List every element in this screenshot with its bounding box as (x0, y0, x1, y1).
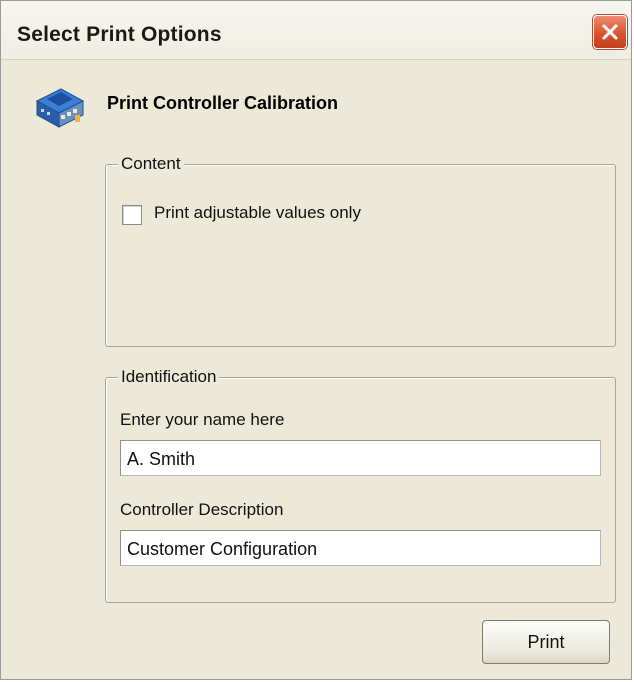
description-field-label: Controller Description (120, 500, 284, 519)
adjustable-values-label[interactable]: Print adjustable values only (154, 203, 361, 223)
identification-group-legend: Identification (118, 367, 220, 387)
identification-group: Identification Enter your name here Cont… (105, 367, 616, 603)
window-title: Select Print Options (17, 23, 222, 46)
controller-description-field[interactable] (120, 530, 601, 566)
close-button[interactable] (593, 15, 627, 49)
title-bar[interactable]: Select Print Options (1, 1, 631, 60)
controller-chip-icon (31, 79, 87, 131)
name-field[interactable] (120, 440, 601, 476)
print-button[interactable]: Print (482, 620, 610, 664)
print-options-dialog: Select Print Options Print Controller Ca… (0, 0, 632, 680)
content-group-legend: Content (118, 154, 184, 174)
name-field-label: Enter your name here (120, 410, 285, 429)
dialog-heading: Print Controller Calibration (107, 93, 339, 113)
adjustable-values-checkbox[interactable] (122, 205, 142, 225)
content-group: Content Print adjustable values only (105, 154, 616, 347)
close-x-icon (602, 24, 618, 40)
